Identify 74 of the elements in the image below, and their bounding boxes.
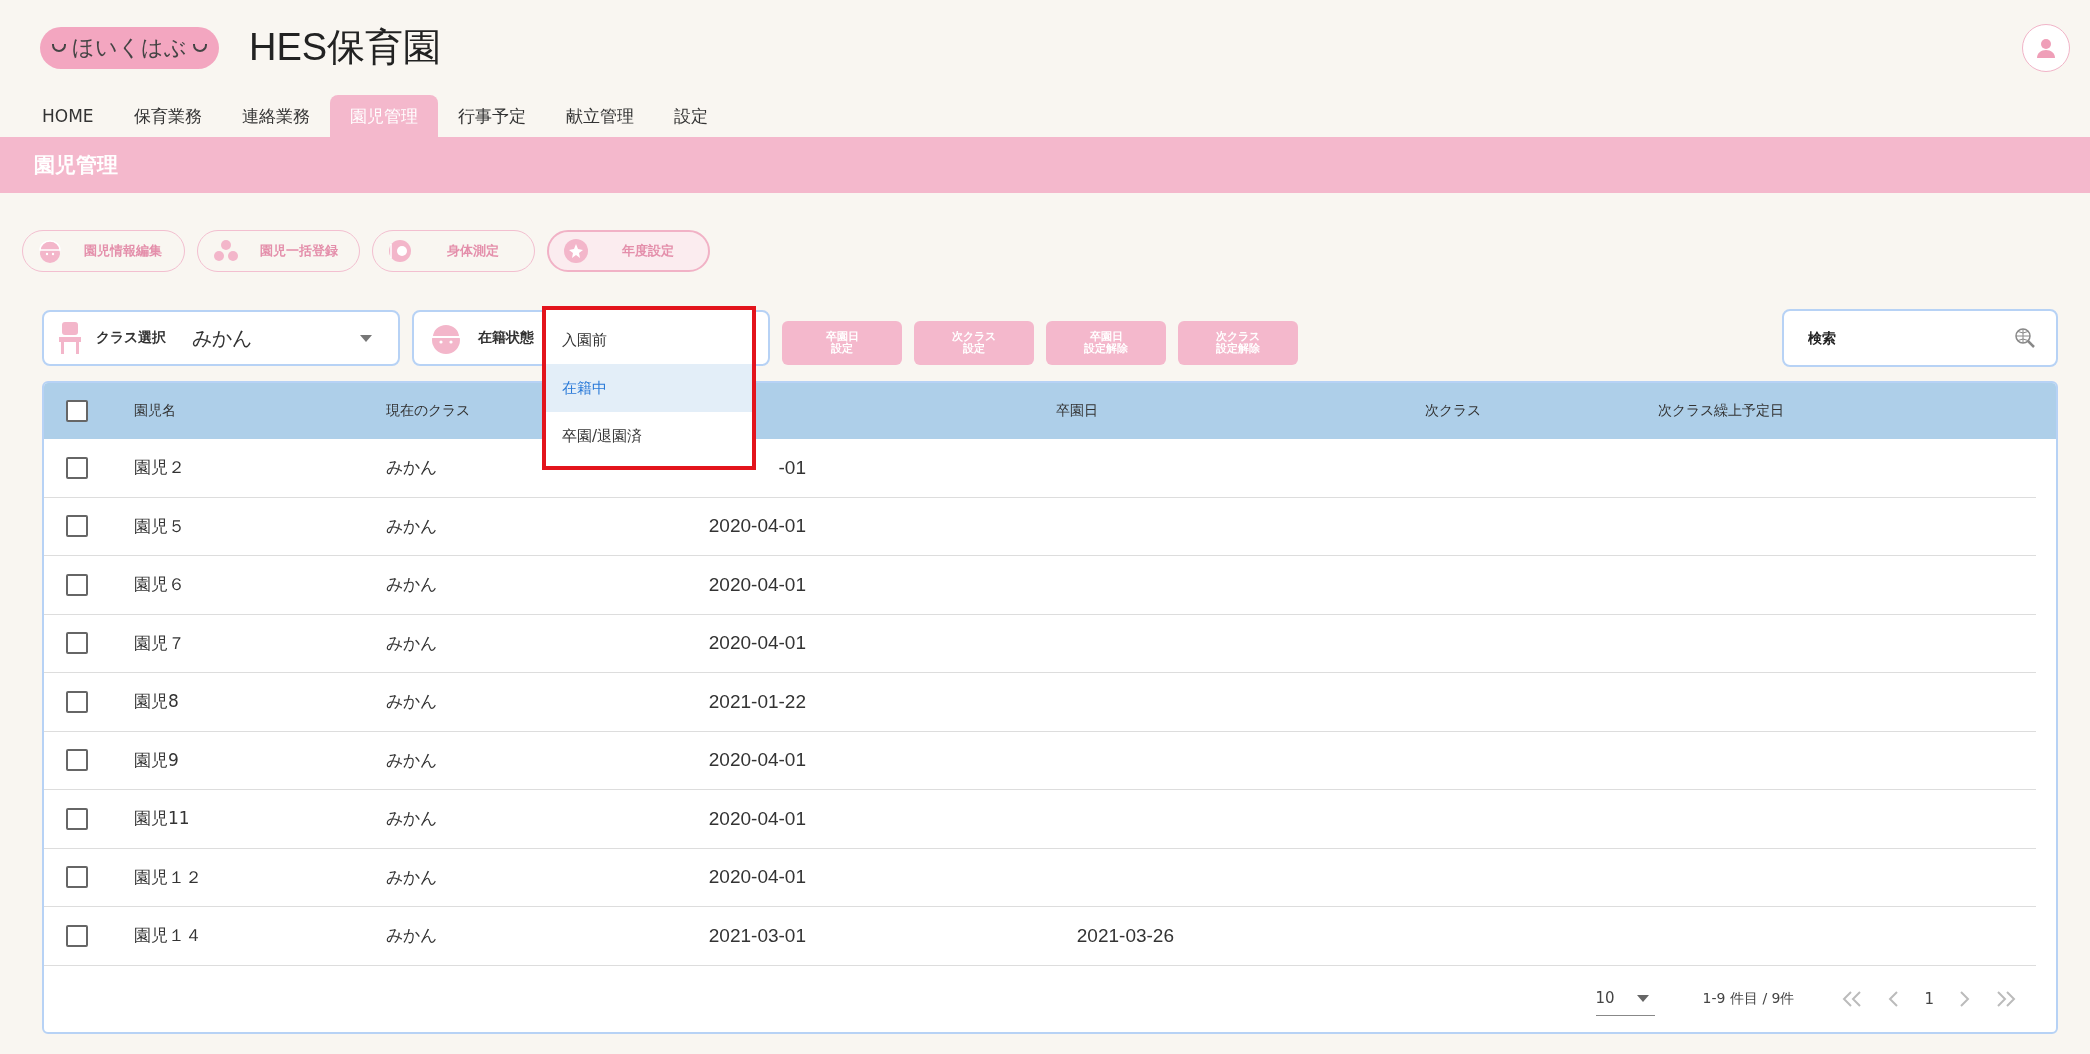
class-select[interactable]: クラス選択 みかん	[42, 310, 400, 366]
row-checkbox[interactable]	[66, 632, 88, 655]
table-cell: みかん	[386, 749, 437, 770]
table-cell-text: 2020-04-01	[707, 515, 806, 538]
chair-icon	[58, 321, 82, 355]
nav-tab[interactable]: HOME	[22, 95, 114, 137]
helmet-face-icon	[37, 238, 63, 264]
table-cell-text: -01	[777, 456, 806, 479]
row-checkbox[interactable]	[66, 924, 88, 947]
row-checkbox[interactable]	[66, 573, 88, 596]
table-cell: 園児9	[134, 749, 179, 770]
smile-icon	[193, 43, 207, 52]
status-option[interactable]: 入園前	[546, 316, 752, 364]
row-checkbox[interactable]	[66, 866, 88, 889]
search-field[interactable]: 検索	[1782, 309, 2058, 367]
person-icon	[2035, 36, 2057, 59]
caret-icon	[360, 334, 372, 342]
table-cell: 園児11	[134, 808, 190, 829]
column-header: 次クラス	[1425, 402, 1481, 418]
nav-tab[interactable]: 連絡業務	[221, 95, 330, 137]
table-cell-text: 2020-04-01	[707, 632, 806, 655]
table-cell-text: 2021-03-01	[707, 924, 806, 947]
current-page-number: 1	[1924, 989, 1934, 1008]
table-cell-text: 2020-04-01	[707, 807, 806, 830]
caret-icon	[1636, 994, 1649, 1002]
table-cell: 園児６	[134, 574, 185, 595]
table-cell: 園児8	[134, 691, 179, 712]
class-select-value: みかん	[192, 324, 253, 352]
table-cell-text: 2020-04-01	[707, 866, 806, 889]
status-select-label: 在籍状態	[478, 329, 534, 347]
table-cell: 園児２	[134, 457, 185, 478]
nav-tab[interactable]: 設定	[653, 95, 728, 137]
page-range-text: 1-9 件目 / 9件	[1702, 989, 1795, 1008]
table-cell-text: 2020-04-01	[707, 573, 806, 596]
page-title: 園児管理	[34, 152, 118, 179]
table-cell: 園児１４	[134, 925, 202, 946]
smile-icon	[52, 43, 66, 52]
row-checkbox[interactable]	[66, 515, 88, 538]
table-cell-text: 2021-03-26	[1075, 924, 1174, 947]
row-checkbox[interactable]	[66, 807, 88, 830]
table-cell: みかん	[386, 515, 437, 536]
table-cell: みかん	[386, 632, 437, 653]
row-checkbox[interactable]	[66, 749, 88, 772]
table-cell: みかん	[386, 925, 437, 946]
flower-icon	[563, 238, 589, 264]
row-checkbox[interactable]	[66, 690, 88, 713]
status-option[interactable]: 在籍中	[546, 364, 752, 412]
table-cell-text: 2021-01-22	[707, 690, 806, 713]
column-header: 現在のクラス	[386, 402, 470, 418]
table-cell: みかん	[386, 808, 437, 829]
table-cell-text: 2020-04-01	[707, 749, 806, 772]
tape-measure-icon	[387, 238, 413, 264]
class-select-label: クラス選択	[96, 329, 166, 347]
page-size-select[interactable]: 10	[1595, 981, 1655, 1016]
row-checkbox[interactable]	[66, 456, 88, 479]
table-cell: みかん	[386, 574, 437, 595]
table-cell: みかん	[386, 457, 437, 478]
search-icon	[2014, 327, 2036, 349]
logo-text: ほいくはぶ	[72, 33, 187, 62]
column-header: 卒園日	[1056, 402, 1098, 418]
table-cell: 園児７	[134, 632, 185, 653]
table-cell: みかん	[386, 866, 437, 887]
nav-tab[interactable]: 行事予定	[437, 95, 546, 137]
table-cell: 園児５	[134, 515, 185, 536]
children-group-icon	[212, 238, 240, 264]
app-title: HES保育園	[249, 25, 442, 70]
select-all-checkbox[interactable]	[66, 400, 88, 422]
column-header: 園児名	[134, 402, 176, 418]
status-option[interactable]: 卒園/退園済	[546, 412, 752, 460]
table-cell: 園児１２	[134, 866, 202, 887]
nav-tab[interactable]: 献立管理	[545, 95, 654, 137]
table-cell: みかん	[386, 691, 437, 712]
nav-tab[interactable]: 保育業務	[113, 95, 222, 137]
column-header: 次クラス繰上予定日	[1658, 402, 1784, 418]
